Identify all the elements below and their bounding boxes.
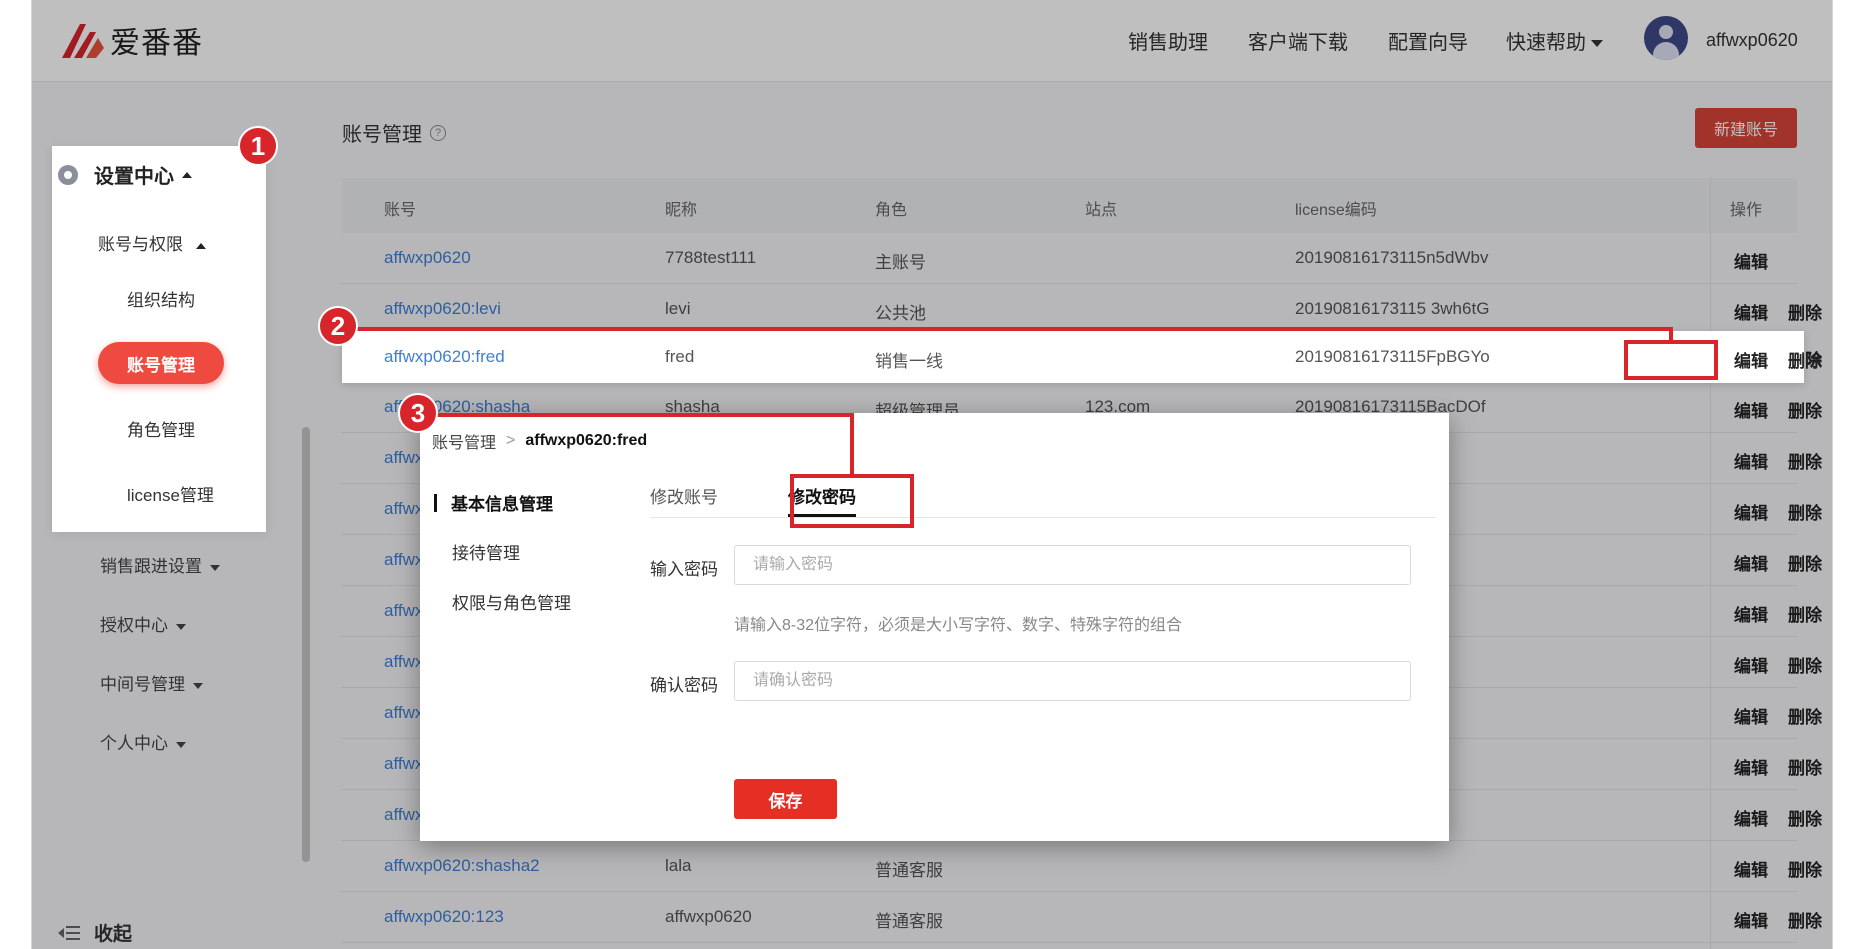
nickname-cell: fred — [665, 347, 695, 366]
table-row-highlighted[interactable]: affwxp0620:fred fred 销售一线 20190816173115… — [342, 331, 1822, 383]
screenshot-stage: 爱番番 销售助理 客户端下载 配置向导 快速帮助 affwxp0620 销售跟进… — [0, 0, 1856, 949]
chevron-up-icon — [195, 242, 206, 249]
breadcrumb-current: affwxp0620:fred — [525, 432, 648, 449]
annotation-badge-2: 2 — [318, 306, 358, 346]
license-cell: 20190816173115FpBGYo — [1295, 347, 1490, 366]
sidebar-item-org-structure[interactable]: 组织结构 — [127, 286, 195, 311]
gear-icon — [58, 164, 78, 185]
confirm-password-label: 确认密码 — [650, 676, 718, 695]
annotation-line-3b — [850, 413, 854, 478]
settings-center-toggle[interactable]: 设置中心 — [58, 160, 192, 189]
settings-menu-highlight: 设置中心 账号与权限 组织结构 账号管理 角色管理 license管理 — [52, 146, 266, 532]
annotation-badge-1: 1 — [238, 126, 278, 166]
delete-button[interactable]: 删除 — [1788, 347, 1822, 372]
password-hint: 请输入8-32位字符，必须是大小写字符、数字、特殊字符的组合 — [734, 617, 1183, 634]
edit-account-modal: 账号管理 > affwxp0620:fred 基本信息管理 接待管理 权限与角色… — [420, 413, 1449, 841]
annotation-line-3 — [430, 413, 854, 417]
modal-nav-basic-info[interactable]: 基本信息管理 — [434, 490, 553, 515]
password-label: 输入密码 — [650, 560, 718, 579]
annotation-box-password-tab — [790, 474, 914, 528]
settings-center-label: 设置中心 — [94, 166, 174, 188]
active-indicator — [434, 493, 437, 512]
sidebar-item-account-management[interactable]: 账号管理 — [98, 342, 224, 384]
breadcrumb-separator-icon: > — [506, 432, 516, 449]
modal-nav-permission-role[interactable]: 权限与角色管理 — [452, 589, 571, 614]
account-link[interactable]: affwxp0620:fred — [384, 347, 505, 367]
modal-nav-reception[interactable]: 接待管理 — [452, 539, 520, 564]
breadcrumb-root[interactable]: 账号管理 — [432, 429, 496, 453]
confirm-password-input[interactable]: 请确认密码 — [734, 661, 1411, 701]
edit-button[interactable]: 编辑 — [1734, 347, 1768, 372]
annotation-box-edit — [1624, 340, 1718, 380]
account-permission-toggle[interactable]: 账号与权限 — [98, 230, 206, 255]
breadcrumb: 账号管理 > affwxp0620:fred — [432, 429, 647, 453]
sidebar-item-license-management[interactable]: license管理 — [127, 481, 214, 506]
tab-modify-account[interactable]: 修改账号 — [650, 483, 718, 508]
modal-nav-label: 基本信息管理 — [451, 495, 553, 514]
tab-divider — [650, 517, 1436, 518]
chevron-up-icon — [182, 171, 192, 178]
role-cell: 销售一线 — [875, 352, 943, 371]
app-window: 爱番番 销售助理 客户端下载 配置向导 快速帮助 affwxp0620 销售跟进… — [31, 0, 1833, 949]
annotation-line-2 — [342, 327, 1673, 331]
password-input[interactable]: 请输入密码 — [734, 545, 1411, 585]
annotation-badge-3: 3 — [398, 393, 438, 433]
sidebar-item-role-management[interactable]: 角色管理 — [127, 416, 195, 441]
account-permission-label: 账号与权限 — [98, 235, 183, 254]
save-button[interactable]: 保存 — [734, 779, 837, 819]
